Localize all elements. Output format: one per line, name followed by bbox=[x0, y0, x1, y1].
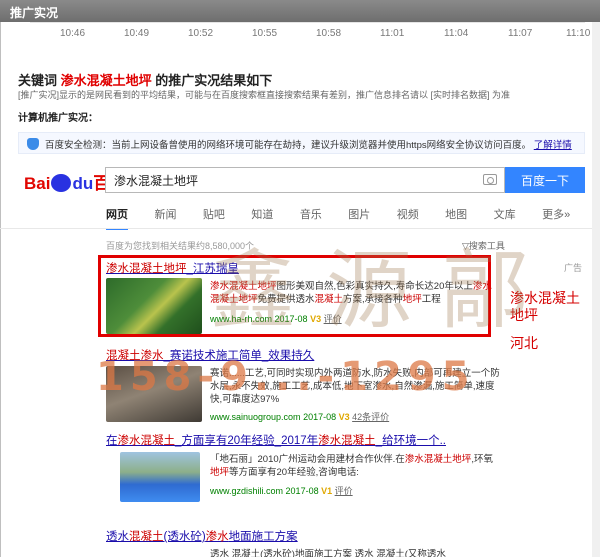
page-description: [推广实况]显示的是网民看到的平均结果，可能与在百度搜索框直接搜索结果有差别，推… bbox=[18, 90, 511, 100]
time-tick: 10:46 bbox=[60, 28, 86, 39]
time-tick: 11:10 bbox=[566, 28, 591, 39]
watermark-text: 鑫源鄗 bbox=[210, 241, 558, 341]
url-text: www.gzdishili.com bbox=[210, 486, 284, 496]
phone-overlay: 158-9...-1295 bbox=[96, 354, 476, 400]
result-snippet-3: 「地石丽」2010广州运动会用建材合作伙伴.在渗水混凝土地坪,环氧地坪等方面享有… bbox=[210, 453, 500, 479]
title-highlight: 渗水混凝土 bbox=[318, 435, 376, 447]
result-url-3[interactable]: www.gzdishili.com 2017-08 V1 评价 bbox=[210, 484, 353, 497]
tab-web[interactable]: 网页 bbox=[106, 206, 128, 230]
title-highlight: 混凝土 bbox=[129, 531, 164, 543]
result-url-2[interactable]: www.sainuogroup.com 2017-08 V3 42条评价 bbox=[210, 410, 389, 423]
credit-badge[interactable]: V1 bbox=[321, 486, 332, 496]
time-tick: 10:49 bbox=[124, 28, 150, 39]
time-tick: 11:04 bbox=[444, 28, 469, 39]
time-axis: 10:46 10:49 10:52 10:55 10:58 11:01 11:0… bbox=[30, 22, 590, 46]
search-button[interactable]: 百度一下 bbox=[505, 167, 585, 193]
ad-label: 广告 bbox=[564, 263, 583, 273]
tab-news[interactable]: 新闻 bbox=[154, 206, 176, 222]
title-keyword: 渗水混凝土地坪 bbox=[60, 73, 152, 88]
camera-icon[interactable] bbox=[483, 174, 497, 185]
time-tick: 10:52 bbox=[188, 28, 214, 39]
learn-more-link[interactable]: 了解详情 bbox=[534, 140, 572, 151]
page-title: 关键词 渗水混凝土地坪 的推广实况结果如下 bbox=[18, 70, 272, 89]
snippet-text: 等方面享有20年经验,咨询电话: bbox=[229, 467, 359, 478]
title-text: _给环境一个.. bbox=[375, 435, 446, 447]
time-tick: 10:55 bbox=[252, 28, 278, 39]
time-tick: 10:58 bbox=[316, 28, 342, 39]
shield-icon bbox=[27, 138, 39, 150]
title-text: 透水 bbox=[106, 531, 129, 543]
snippet-hl: 地坪 bbox=[210, 467, 230, 478]
title-suffix: 的推广实况结果如下 bbox=[155, 73, 273, 88]
result-snippet-4: 透水 混凝土(透水砼)地面施工方案 透水 混凝土(又称透水 bbox=[210, 549, 446, 557]
logo-du: du bbox=[72, 174, 94, 193]
search-input[interactable]: 渗水混凝土地坪 bbox=[105, 167, 505, 193]
title-prefix: 关键词 bbox=[18, 73, 58, 88]
title-highlight: 渗水混凝土 bbox=[117, 435, 176, 447]
logo-bai: Bai bbox=[24, 174, 51, 193]
time-tick: 11:07 bbox=[508, 28, 533, 39]
title-text: 在 bbox=[106, 435, 118, 447]
notice-text: 百度安全检测：当前上网设备曾使用的网络环境可能存在劫持，建议升级浏览器并使用ht… bbox=[45, 140, 532, 151]
result-title-3[interactable]: 在渗水混凝土_方面享有20年经验_2017年渗水混凝土_给环境一个.. bbox=[106, 432, 446, 448]
snippet-hl: 渗水混凝土 bbox=[404, 454, 453, 465]
snippet-text: 「地石丽」2010广州运动会用建材合作伙伴.在 bbox=[210, 454, 405, 465]
credit-badge[interactable]: V3 bbox=[339, 412, 350, 422]
result-title-4[interactable]: 透水混凝土(透水砼)渗水地面施工方案 bbox=[106, 528, 298, 544]
url-text: www.sainuogroup.com bbox=[210, 412, 301, 422]
url-date: 2017-08 bbox=[303, 412, 337, 422]
security-notice: 百度安全检测：当前上网设备曾使用的网络环境可能存在劫持，建议升级浏览器并使用ht… bbox=[18, 132, 585, 154]
snippet-hl: 地坪 bbox=[452, 454, 472, 465]
scrollbar[interactable] bbox=[592, 22, 600, 557]
title-text: _方面享有20年经验_2017年 bbox=[175, 435, 319, 447]
section-subtitle: 计算机推广实况： bbox=[18, 113, 98, 124]
window-title: 推广实况 bbox=[0, 0, 600, 22]
evaluation-link[interactable]: 42条评价 bbox=[352, 412, 389, 422]
evaluation-link[interactable]: 评价 bbox=[335, 486, 353, 496]
title-text: 地面施工方案 bbox=[228, 531, 298, 543]
search-query: 渗水混凝土地坪 bbox=[114, 174, 199, 188]
title-highlight: 渗水 bbox=[205, 531, 229, 543]
paw-icon bbox=[51, 173, 72, 192]
title-text: (透水砼) bbox=[163, 531, 206, 543]
time-tick: 11:01 bbox=[380, 28, 405, 39]
result-thumbnail-3[interactable] bbox=[120, 452, 200, 502]
snippet-text: ,环氧 bbox=[471, 454, 493, 465]
url-date: 2017-08 bbox=[285, 486, 319, 496]
